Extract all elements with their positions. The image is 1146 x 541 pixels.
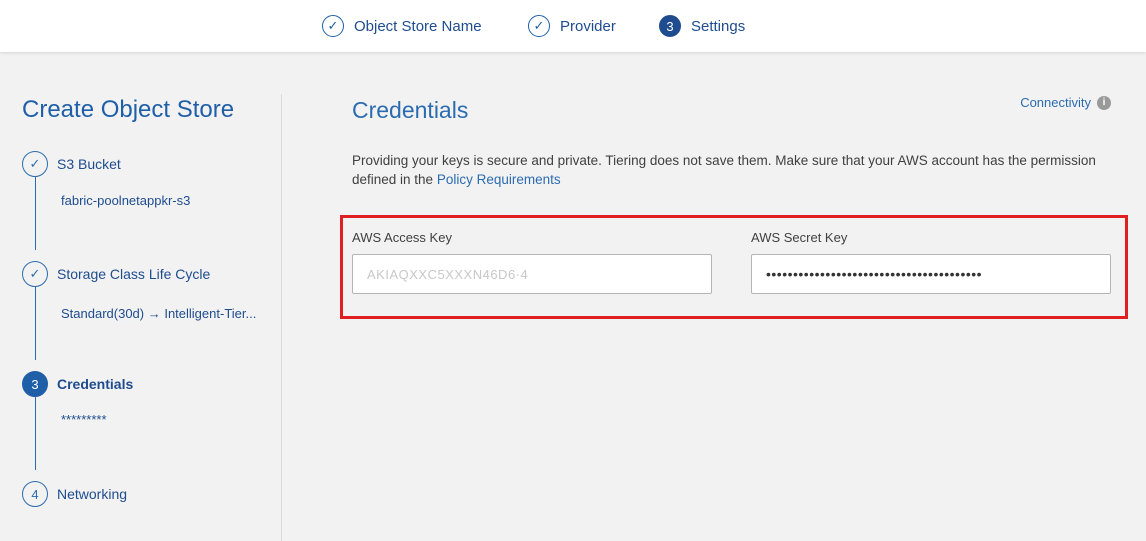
info-icon[interactable]: i [1097, 95, 1111, 110]
credentials-description: Providing your keys is secure and privat… [352, 151, 1112, 189]
sidebar-step-value: fabric-poolnetappkr-s3 [61, 193, 191, 208]
connectivity-label: Connectivity [1020, 95, 1091, 110]
wizard-step-label: Settings [691, 17, 746, 35]
check-icon: ✓ [528, 15, 550, 37]
wizard-step-settings[interactable]: 3 Settings [659, 13, 745, 39]
check-icon: ✓ [322, 15, 344, 37]
wizard-step-provider[interactable]: ✓ Provider [528, 13, 616, 39]
secret-key-label: AWS Secret Key [751, 230, 848, 245]
wizard-step-label: Object Store Name [354, 17, 482, 35]
wizard-step-label: Provider [560, 17, 616, 35]
page-title: Credentials [352, 97, 469, 123]
access-key-label: AWS Access Key [352, 230, 452, 245]
check-icon: ✓ [22, 151, 48, 177]
step-connector [35, 287, 36, 360]
sidebar-divider [281, 94, 282, 541]
step-number: 3 [659, 15, 681, 37]
secret-key-input[interactable] [751, 254, 1111, 294]
sidebar-step-storage-class[interactable]: Storage Class Life Cycle [57, 266, 210, 282]
step-number: 3 [22, 371, 48, 397]
sidebar-step-value: ********* [61, 412, 107, 427]
check-icon: ✓ [22, 261, 48, 287]
step-connector [35, 177, 36, 250]
sidebar-step-value: Standard(30d) → Intelligent-Tier... [61, 306, 257, 321]
sidebar-step-s3-bucket[interactable]: S3 Bucket [57, 156, 121, 172]
step-connector [35, 397, 36, 470]
access-key-input[interactable] [352, 254, 712, 294]
sidebar-title: Create Object Store [22, 96, 235, 123]
wizard-step-object-store-name[interactable]: ✓ Object Store Name [322, 13, 482, 39]
sidebar-step-networking[interactable]: Networking [57, 486, 127, 502]
connectivity-link[interactable]: Connectivity i [1020, 95, 1111, 110]
step-number: 4 [22, 481, 48, 507]
policy-requirements-link[interactable]: Policy Requirements [437, 172, 561, 187]
sidebar-step-credentials[interactable]: Credentials [57, 376, 133, 392]
wizard-bar: ✓ Object Store Name ✓ Provider 3 Setting… [0, 0, 1146, 52]
